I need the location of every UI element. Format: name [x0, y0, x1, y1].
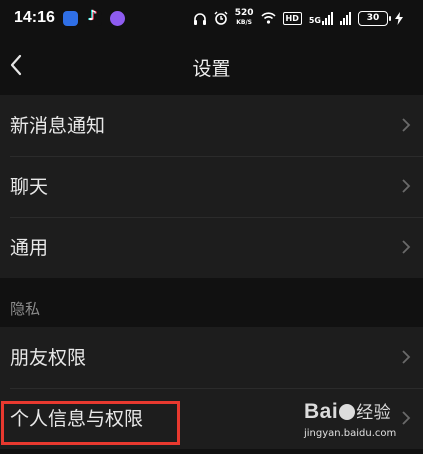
settings-item-general[interactable]: 通用	[0, 217, 423, 278]
battery-icon: 30	[358, 10, 391, 26]
signal-icon: 5G	[308, 11, 333, 25]
settings-item-new-message-notification[interactable]: 新消息通知	[0, 95, 423, 156]
settings-item-label: 个人信息与权限	[10, 408, 144, 430]
chat-app-icon	[110, 11, 125, 26]
network-speed-value: 520	[234, 8, 254, 18]
headphones-icon	[193, 12, 206, 25]
settings-item-label: 朋友权限	[10, 347, 87, 369]
signal-strength-icon	[340, 11, 351, 25]
shield-app-icon	[63, 11, 78, 26]
settings-item-label: 通用	[10, 237, 49, 259]
page-title: 设置	[192, 58, 231, 80]
nav-bar: 设置	[0, 38, 423, 94]
settings-item-chat[interactable]: 聊天	[0, 156, 423, 217]
logo-text-a: Bai	[304, 400, 339, 423]
baidu-logo: Bai 经验	[304, 398, 391, 424]
tiktok-app-icon	[87, 8, 102, 26]
charging-icon	[395, 11, 403, 25]
network-speed: 520 KB/S	[235, 9, 254, 27]
status-bar: 14:16 520 KB/S HD 5G 30	[0, 0, 423, 38]
chevron-right-icon	[402, 350, 411, 364]
status-time: 14:16	[14, 9, 55, 26]
hd-badge: HD	[282, 11, 302, 25]
watermark-url: jingyan.baidu.com	[304, 428, 397, 439]
settings-general-section: 新消息通知 聊天 通用	[0, 95, 423, 278]
logo-text-b: 经验	[356, 403, 392, 422]
status-icons: 520 KB/S HD 5G 30	[193, 9, 403, 27]
chevron-right-icon	[402, 240, 411, 254]
chevron-right-icon	[402, 179, 411, 193]
chevron-right-icon	[402, 411, 411, 425]
privacy-section-header: 隐私	[0, 278, 423, 326]
battery-level: 30	[366, 12, 380, 23]
wifi-icon	[260, 12, 276, 24]
settings-item-friend-permissions[interactable]: 朋友权限	[0, 327, 423, 388]
section-header-label: 隐私	[10, 300, 41, 318]
alarm-icon	[214, 11, 228, 25]
paw-icon	[339, 404, 356, 420]
settings-item-label: 聊天	[10, 176, 49, 198]
settings-item-label: 新消息通知	[10, 115, 106, 137]
signal-label: 5G	[308, 15, 321, 25]
chevron-right-icon	[402, 118, 411, 132]
baidu-watermark: Bai 经验 jingyan.baidu.com	[304, 398, 396, 439]
network-speed-unit: KB/S	[236, 19, 252, 26]
